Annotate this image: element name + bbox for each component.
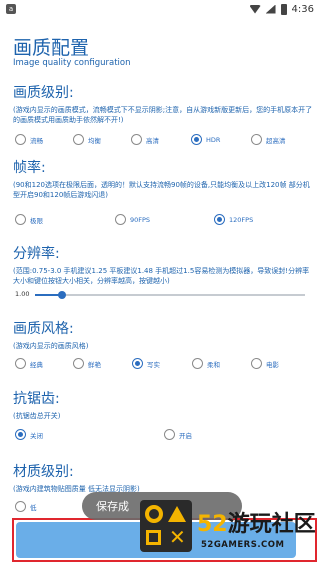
material-option[interactable]: 低 <box>15 501 75 512</box>
resolution-desc: (范围:0.75-3.0 手机建议1.25 平板建议1.48 手机超过1.5容易… <box>13 267 310 285</box>
radio-icon <box>15 501 26 512</box>
watermark-logo-icon: ✕ <box>140 500 192 552</box>
resolution-value: 1.00 <box>15 290 30 298</box>
resolution-title: 分辨率: <box>13 246 60 262</box>
resolution-section: 分辨率: (范围:0.75-3.0 手机建议1.25 平板建议1.48 手机超过… <box>13 243 313 286</box>
radio-icon <box>73 358 84 369</box>
battery-icon <box>280 3 287 15</box>
style-options: 经典 鲜艳 写实 柔和 电影 <box>15 358 301 369</box>
quality-section: 画质级别: (游戏内显示的画质模式，流畅模式下不显示阴影;注意，自从游戏新版更新… <box>13 82 313 125</box>
style-option[interactable]: 鲜艳 <box>73 358 132 369</box>
quality-option[interactable]: 超高清 <box>251 134 301 145</box>
slider-thumb[interactable] <box>58 291 66 299</box>
radio-icon <box>15 358 26 369</box>
radio-icon <box>132 358 143 369</box>
status-bar: a 4:36 <box>0 0 320 18</box>
notification-icon: a <box>6 4 16 14</box>
aa-option[interactable]: 关闭 <box>15 429 164 440</box>
radio-icon <box>214 214 225 225</box>
radio-icon <box>131 134 142 145</box>
style-option[interactable]: 写实 <box>132 358 192 369</box>
style-option[interactable]: 电影 <box>251 358 301 369</box>
radio-icon <box>251 358 262 369</box>
radio-icon <box>164 429 175 440</box>
radio-icon <box>73 134 84 145</box>
page-subtitle: Image quality configuration <box>13 58 131 68</box>
radio-icon <box>192 358 203 369</box>
style-title: 画质风格: <box>13 321 74 337</box>
style-section: 画质风格: (游戏内显示的画质风格) <box>13 318 313 351</box>
aa-desc: (抗锯齿总开关) <box>13 412 61 420</box>
radio-icon <box>251 134 262 145</box>
page-title: 画质配置 <box>13 37 90 59</box>
radio-icon <box>115 214 126 225</box>
aa-section: 抗锯齿: (抗锯齿总开关) <box>13 388 313 421</box>
material-title: 材质级别: <box>13 464 74 480</box>
fps-option[interactable]: 极限 <box>15 214 115 225</box>
quality-option[interactable]: 均衡 <box>73 134 131 145</box>
radio-icon <box>15 214 26 225</box>
watermark: ✕ 52游玩社区 52GAMERS.COM <box>135 490 320 568</box>
signal-icon <box>265 4 276 14</box>
fps-desc: (90和120选项在极限后面，透明的！默认支持流畅90帧的设备,只能均衡及以上改… <box>13 181 310 199</box>
style-option[interactable]: 柔和 <box>192 358 251 369</box>
aa-options: 关闭 开启 <box>15 429 224 440</box>
radio-icon <box>191 134 202 145</box>
slider-track[interactable] <box>35 291 305 299</box>
quality-title: 画质级别: <box>13 85 74 101</box>
fps-section: 帧率: (90和120选项在极限后面，透明的！默认支持流畅90帧的设备,只能均衡… <box>13 157 313 200</box>
fps-option[interactable]: 120FPS <box>214 214 284 225</box>
aa-option[interactable]: 开启 <box>164 429 224 440</box>
radio-icon <box>15 429 26 440</box>
quality-option[interactable]: HDR <box>191 134 251 145</box>
quality-option[interactable]: 高清 <box>131 134 191 145</box>
aa-title: 抗锯齿: <box>13 391 60 407</box>
watermark-name: 52游玩社区 <box>197 512 316 537</box>
material-options: 低 <box>15 501 75 512</box>
fps-option[interactable]: 90FPS <box>115 214 214 225</box>
quality-option[interactable]: 流畅 <box>15 134 73 145</box>
quality-desc: (游戏内显示的画质模式，流畅模式下不显示阴影;注意，自从游戏新版更新后，您的手机… <box>13 106 313 124</box>
resolution-slider[interactable]: 1.00 <box>15 290 305 300</box>
fps-title: 帧率: <box>13 160 46 176</box>
radio-icon <box>15 134 26 145</box>
wifi-icon <box>249 4 261 14</box>
fps-options: 极限 90FPS 120FPS <box>15 214 284 225</box>
status-time: 4:36 <box>291 3 314 15</box>
watermark-domain: 52GAMERS.COM <box>201 540 285 550</box>
quality-options: 流畅 均衡 高清 HDR 超高清 <box>15 134 301 145</box>
style-desc: (游戏内显示的画质风格) <box>13 342 89 350</box>
style-option[interactable]: 经典 <box>15 358 73 369</box>
